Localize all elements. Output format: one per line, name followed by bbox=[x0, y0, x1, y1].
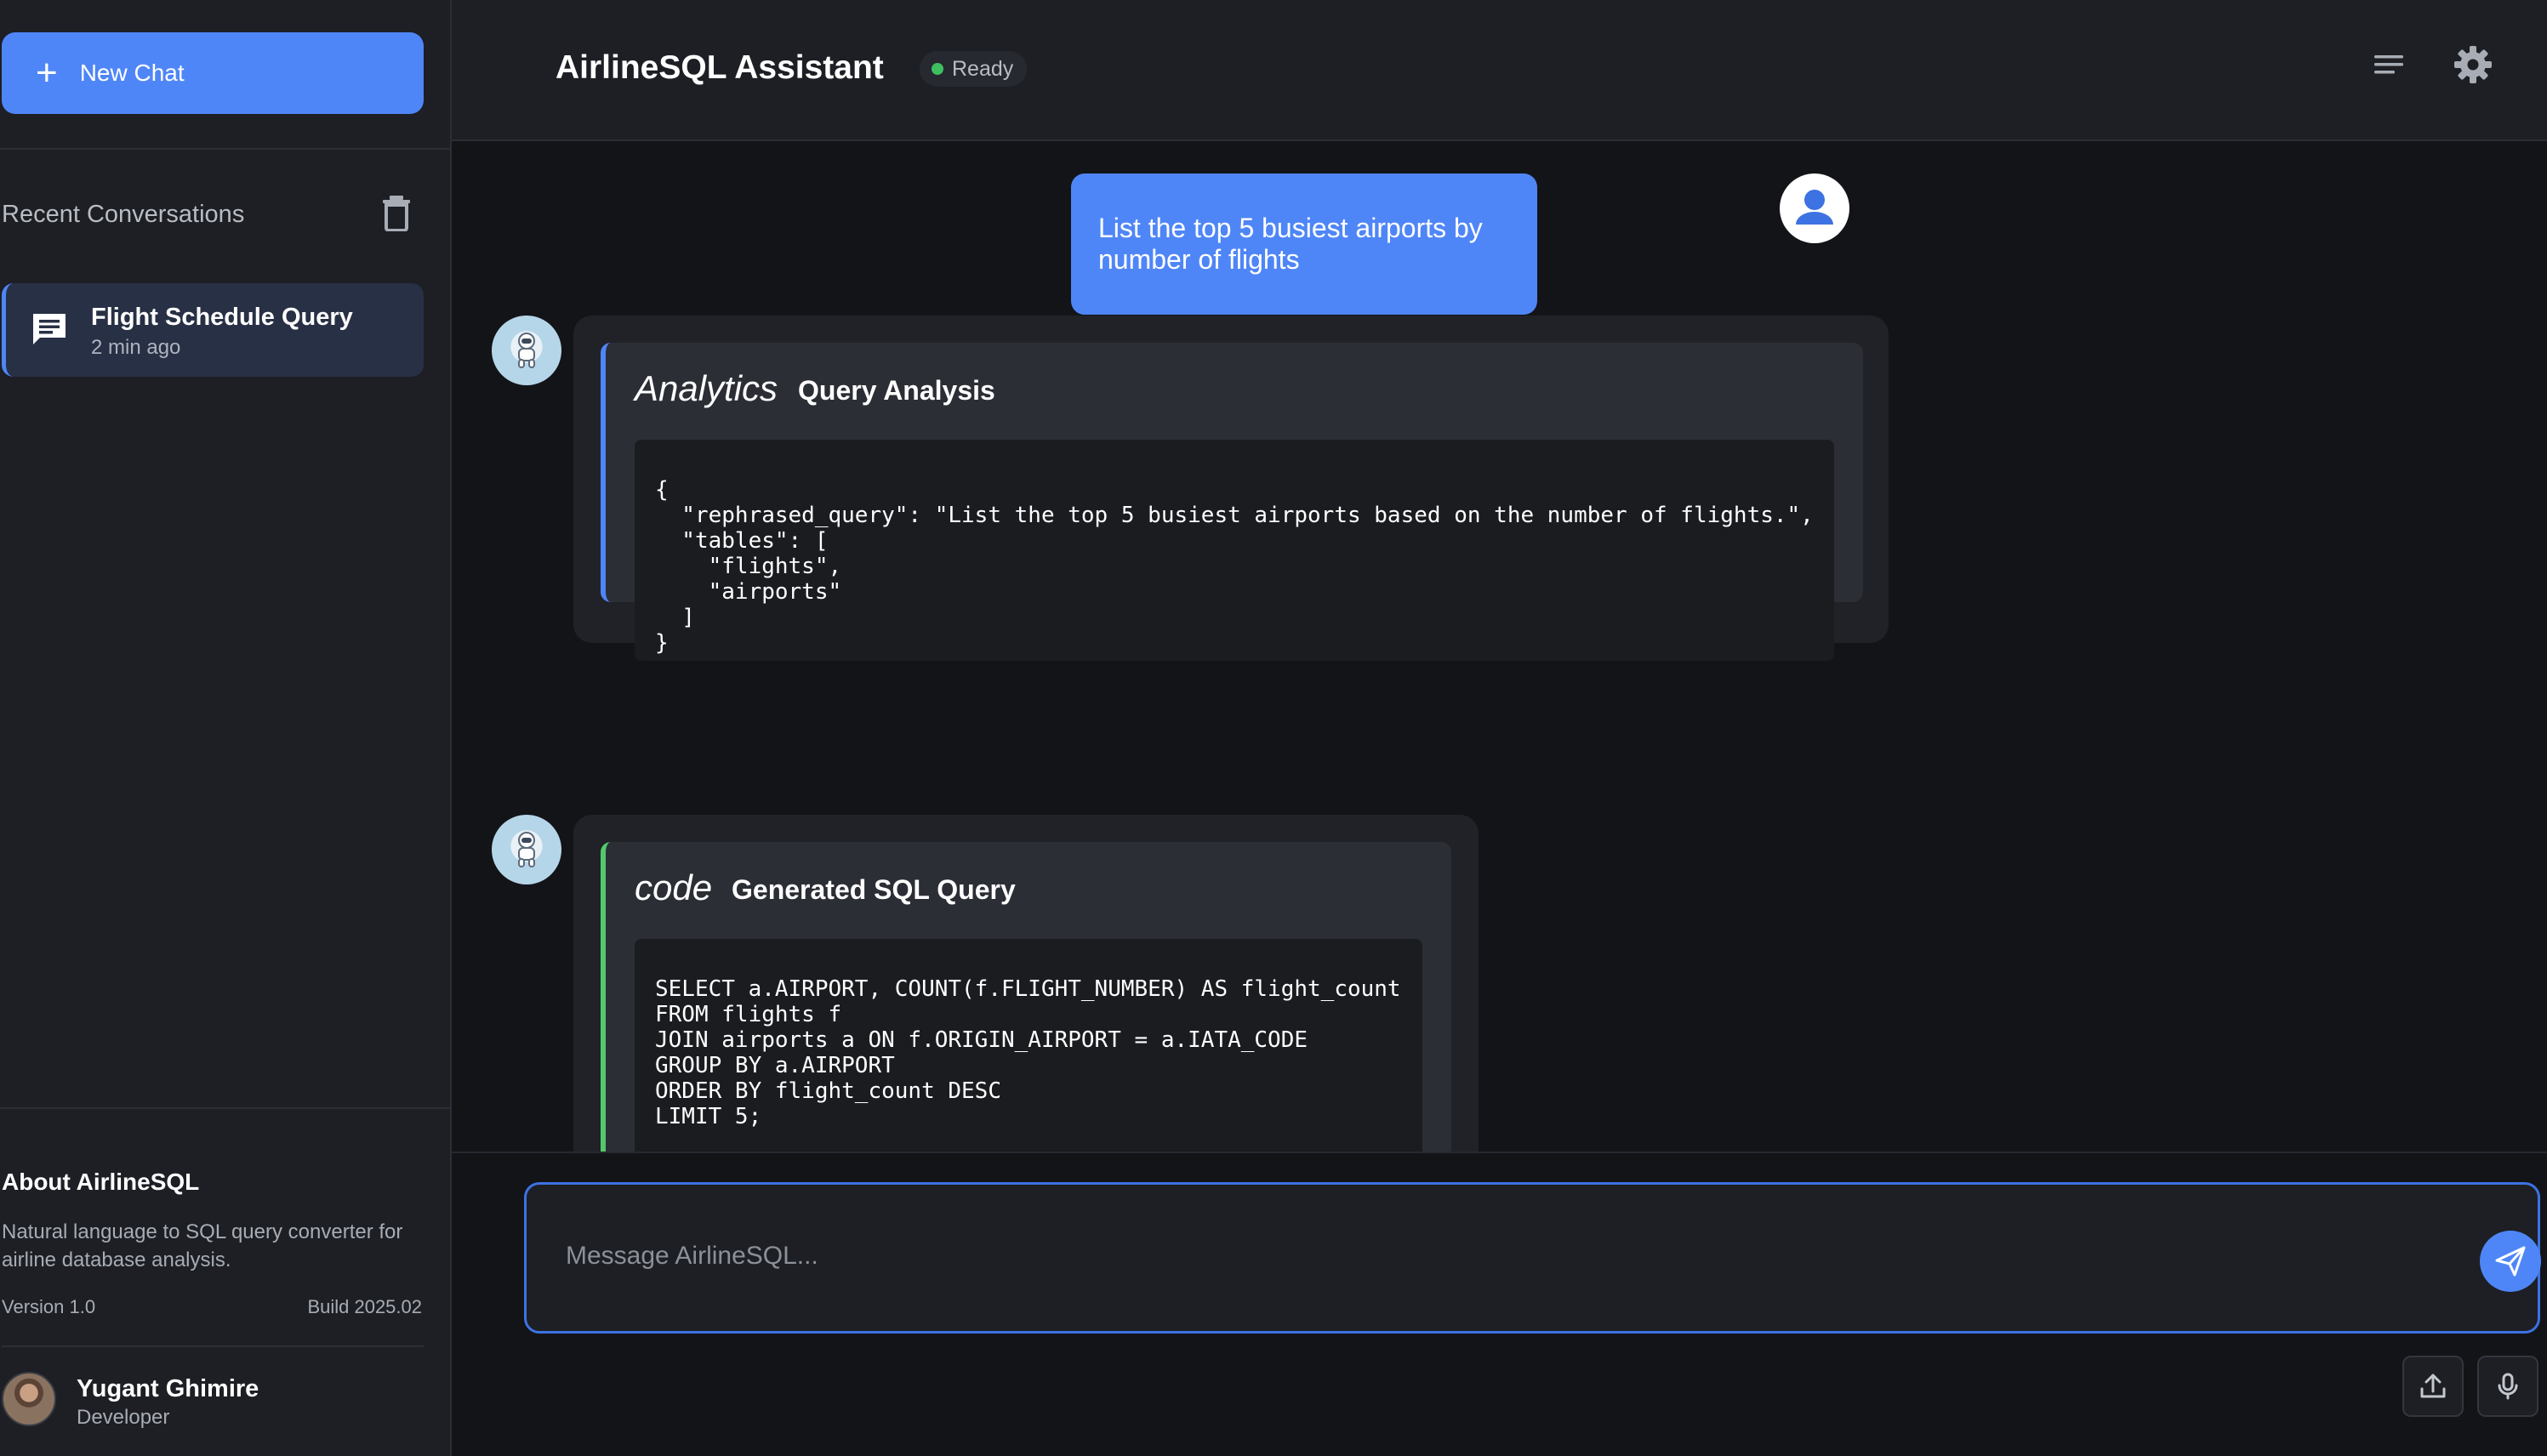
conversation-item[interactable]: Flight Schedule Query 2 min ago bbox=[2, 283, 424, 377]
query-analysis-card: Analytics Query Analysis { "rephrased_qu… bbox=[601, 343, 1863, 661]
message-input-box bbox=[524, 1182, 2541, 1334]
sidebar-divider bbox=[0, 148, 450, 150]
trash-icon[interactable] bbox=[379, 194, 413, 231]
new-chat-button[interactable]: + New Chat bbox=[2, 32, 424, 114]
input-area bbox=[452, 1152, 2547, 1456]
code-block: SELECT a.AIRPORT, COUNT(f.FLIGHT_NUMBER)… bbox=[635, 939, 1422, 1152]
analytics-icon: Analytics bbox=[635, 368, 778, 408]
status-dot-icon bbox=[932, 63, 943, 75]
new-chat-label: New Chat bbox=[79, 60, 185, 86]
code-text: { "rephrased_query": "List the top 5 bus… bbox=[655, 477, 1814, 656]
astronaut-icon bbox=[518, 832, 535, 867]
person-icon bbox=[1796, 190, 1833, 225]
gear-icon[interactable] bbox=[2453, 44, 2493, 85]
status-badge: Ready bbox=[920, 51, 1028, 87]
code-block: { "rephrased_query": "List the top 5 bus… bbox=[635, 440, 1834, 661]
status-text: Ready bbox=[952, 56, 1014, 81]
build-label: Build 2025.02 bbox=[307, 1296, 422, 1317]
about-description: Natural language to SQL query converter … bbox=[2, 1220, 403, 1271]
version-label: Version 1.0 bbox=[2, 1296, 96, 1317]
chat-bubble-icon bbox=[33, 314, 66, 344]
user-message-text: List the top 5 busiest airports by numbe… bbox=[1098, 213, 1483, 275]
user-avatar[interactable] bbox=[2, 1372, 56, 1426]
assistant-message: Analytics Query Analysis { "rephrased_qu… bbox=[573, 316, 1889, 661]
user-message-avatar bbox=[1780, 173, 1849, 243]
menu-lines-icon[interactable] bbox=[2373, 53, 2407, 78]
code-icon: code bbox=[635, 867, 713, 907]
assistant-message: code Generated SQL Query SELECT a.AIRPOR… bbox=[573, 815, 1479, 1152]
app-root: + New Chat Recent Conversations Flight S… bbox=[0, 0, 2547, 1456]
page-title: AirlineSQL Assistant bbox=[556, 49, 884, 86]
user-message: List the top 5 busiest airports by numbe… bbox=[1071, 173, 1537, 315]
send-icon bbox=[2495, 1246, 2526, 1277]
user-name: Yugant Ghimire bbox=[77, 1375, 259, 1402]
generated-sql-card: code Generated SQL Query SELECT a.AIRPOR… bbox=[601, 842, 1451, 1152]
astronaut-icon bbox=[518, 333, 535, 368]
upload-icon bbox=[2420, 1374, 2446, 1398]
send-button[interactable] bbox=[2480, 1231, 2541, 1292]
header: AirlineSQL Assistant Ready bbox=[452, 0, 2547, 141]
assistant-avatar bbox=[492, 316, 561, 385]
sidebar-divider bbox=[0, 1107, 450, 1109]
upload-button[interactable] bbox=[2402, 1356, 2464, 1417]
recent-conversations-title: Recent Conversations bbox=[2, 201, 245, 228]
microphone-icon bbox=[2498, 1373, 2518, 1400]
card-title: Query Analysis bbox=[798, 375, 995, 406]
message-input[interactable] bbox=[566, 1234, 2352, 1278]
chat-area: List the top 5 busiest airports by numbe… bbox=[452, 143, 2547, 1152]
code-text: SELECT a.AIRPORT, COUNT(f.FLIGHT_NUMBER)… bbox=[655, 976, 1401, 1129]
conversation-title: Flight Schedule Query bbox=[91, 304, 353, 331]
microphone-button[interactable] bbox=[2477, 1356, 2538, 1417]
sidebar-divider bbox=[2, 1345, 424, 1347]
card-title: Generated SQL Query bbox=[732, 874, 1016, 905]
plus-icon: + bbox=[36, 52, 58, 94]
assistant-avatar bbox=[492, 815, 561, 884]
sidebar: + New Chat Recent Conversations Flight S… bbox=[0, 0, 452, 1456]
user-role: Developer bbox=[77, 1406, 170, 1429]
conversation-time: 2 min ago bbox=[91, 336, 181, 359]
about-title: About AirlineSQL bbox=[2, 1169, 200, 1195]
